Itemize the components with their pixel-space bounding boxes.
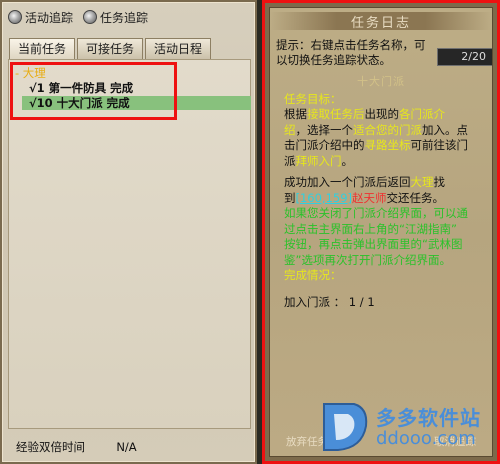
cancel-track-button[interactable]: 取消追踪 bbox=[434, 434, 476, 452]
goal-line: 派拜师入门。 bbox=[284, 153, 353, 168]
radio-icon bbox=[83, 10, 98, 24]
task-track-label: 任务追踪 bbox=[100, 10, 149, 25]
goal-line: 根据接取任务后出现的各门派介 bbox=[284, 107, 445, 121]
goal-label: 任务目标： bbox=[284, 92, 342, 106]
npc-name[interactable]: 赵天师 bbox=[352, 191, 387, 205]
activity-track-radio[interactable]: 活动追踪 bbox=[8, 9, 73, 26]
exp-double-time: 经验双倍时间 N/A bbox=[16, 439, 137, 455]
quest-counter: 2/20 bbox=[437, 48, 492, 66]
task-panel: 活动追踪 任务追踪 当前任务 可接任务 活动日程 - 大理 √1 第一件防具 完… bbox=[0, 0, 257, 464]
goal-line: 成功加入一个门派后返回大理找 bbox=[284, 175, 445, 189]
task-tree: - 大理 √1 第一件防具 完成 √10 十大门派 完成 bbox=[8, 59, 251, 429]
task-tabs: 当前任务 可接任务 活动日程 bbox=[9, 38, 212, 60]
quest-name: 十大门派 bbox=[357, 75, 405, 88]
status-value: 加入门派 ： 1 / 1 bbox=[284, 295, 375, 309]
abandon-quest-button[interactable]: 放弃任务 bbox=[286, 434, 328, 452]
quest-buttons: 放弃任务 取消追踪 bbox=[274, 434, 488, 452]
tip-text: 提示：右键点击任务名称，可以切换任务追踪状态。 bbox=[276, 38, 426, 67]
exp-double-label: 经验双倍时间 bbox=[16, 440, 85, 454]
tree-group-dali[interactable]: - 大理 bbox=[15, 66, 46, 80]
tab-available-tasks[interactable]: 可接任务 bbox=[77, 38, 144, 60]
goal-line: 绍，选择一个适合您的门派加入。点 bbox=[284, 122, 468, 137]
radio-icon bbox=[8, 10, 22, 24]
goal-text: 根据接取任务后出现的各门派介 绍，选择一个适合您的门派加入。点 击门派介绍中的寻… bbox=[284, 107, 492, 268]
activity-track-label: 活动追踪 bbox=[25, 10, 74, 25]
coordinate-link[interactable]: [160,159] bbox=[296, 191, 353, 205]
status-label: 完成情况： bbox=[284, 268, 342, 282]
goal-line: 击门派介绍中的寻路坐标可前往该门 bbox=[284, 138, 468, 152]
quest-log-title: 任务日志 bbox=[270, 12, 492, 31]
task-item-ten-sects[interactable]: √10 十大门派 完成 bbox=[22, 96, 251, 110]
goal-note: 如果您关闭了门派介绍界面，可以通 过点击主界面右上角的“江湖指南” 按钮，再点击弹出… bbox=[284, 206, 468, 267]
exp-double-value: N/A bbox=[116, 440, 137, 454]
track-options: 活动追踪 任务追踪 bbox=[8, 8, 148, 26]
tab-current-tasks[interactable]: 当前任务 bbox=[9, 38, 76, 60]
quest-log-panel: 任务日志 提示：右键点击任务名称，可以切换任务追踪状态。 2/20 十大门派 任… bbox=[262, 0, 500, 464]
tab-activity-schedule[interactable]: 活动日程 bbox=[145, 38, 212, 60]
quest-log-body: 任务日志 提示：右键点击任务名称，可以切换任务追踪状态。 2/20 十大门派 任… bbox=[269, 7, 493, 457]
task-item-first-armor[interactable]: √1 第一件防具 完成 bbox=[29, 81, 133, 95]
goal-line: 到[160,159]赵天师交还任务。 bbox=[284, 190, 445, 205]
task-track-radio[interactable]: 任务追踪 bbox=[83, 9, 148, 26]
